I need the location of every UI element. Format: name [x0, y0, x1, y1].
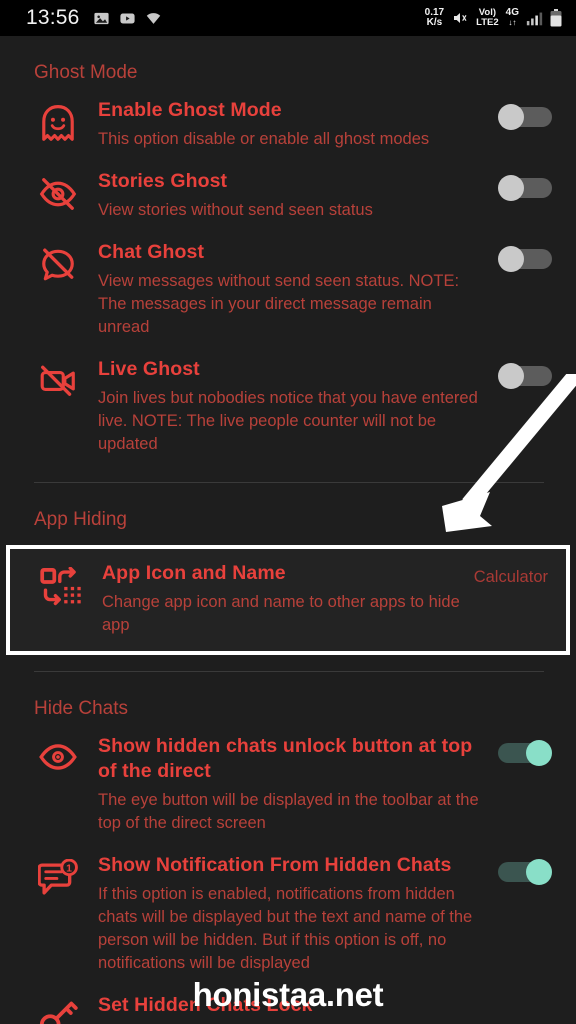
- video-slash-icon: [30, 357, 86, 399]
- eye-icon: [30, 734, 86, 774]
- network-type-indicator: 4G ↓↑: [505, 7, 519, 28]
- setting-text-block: Chat Ghost View messages without send se…: [86, 240, 490, 339]
- setting-text-block: Show hidden chats unlock button at top o…: [86, 734, 490, 835]
- vibrate-mute-icon: [451, 10, 469, 26]
- section-header-hide-chats: Hide Chats: [34, 698, 128, 719]
- toggle-thumb: [498, 246, 524, 272]
- status-bar: 13:56 0.17 K/s Vol) LTE2 4G ↓↑: [0, 0, 576, 36]
- setting-trailing: [490, 240, 552, 272]
- app-icon-swap-icon: [34, 561, 90, 609]
- setting-value-app-name: Calculator: [473, 568, 548, 586]
- setting-title: Enable Ghost Mode: [98, 99, 282, 121]
- setting-trailing: [490, 98, 552, 130]
- setting-subtitle: Change app icon and name to other apps t…: [102, 593, 460, 634]
- setting-row-show-hidden-chats-unlock-button[interactable]: Show hidden chats unlock button at top o…: [0, 726, 576, 845]
- highlight-box-app-icon-and-name: App Icon and Name Change app icon and na…: [6, 545, 570, 655]
- status-bar-clock: 13:56: [26, 6, 80, 29]
- setting-title: Show hidden chats unlock button at top o…: [98, 735, 473, 782]
- setting-text-block: Live Ghost Join lives but nobodies notic…: [86, 357, 490, 456]
- setting-title: Stories Ghost: [98, 170, 228, 192]
- section-header-ghost-mode: Ghost Mode: [34, 62, 138, 83]
- setting-row-chat-ghost[interactable]: Chat Ghost View messages without send se…: [0, 232, 576, 349]
- setting-title: Chat Ghost: [98, 241, 205, 263]
- toggle-thumb: [498, 363, 524, 389]
- toggle-thumb: [526, 859, 552, 885]
- toggle-enable-ghost-mode[interactable]: [498, 104, 552, 130]
- eye-slash-icon: [30, 169, 86, 213]
- setting-subtitle: If this option is enabled, notifications…: [98, 885, 473, 972]
- status-bar-notification-icons: [93, 10, 162, 27]
- battery-icon: [550, 9, 562, 27]
- setting-trailing: [490, 169, 552, 201]
- setting-subtitle: View stories without send seen status: [98, 201, 373, 219]
- wifi-icon: [145, 10, 162, 27]
- signal-bars-icon: [526, 11, 543, 26]
- setting-row-live-ghost[interactable]: Live Ghost Join lives but nobodies notic…: [0, 349, 576, 466]
- chat-slash-icon: [30, 240, 86, 284]
- section-header-app-hiding: App Hiding: [34, 509, 127, 530]
- toggle-live-ghost[interactable]: [498, 363, 552, 389]
- setting-text-block: Show Notification From Hidden Chats If t…: [86, 853, 490, 975]
- setting-trailing: [490, 853, 552, 885]
- toggle-thumb: [498, 104, 524, 130]
- setting-title: App Icon and Name: [102, 562, 286, 584]
- setting-title: Show Notification From Hidden Chats: [98, 854, 452, 876]
- setting-text-block: App Icon and Name Change app icon and na…: [90, 561, 474, 637]
- setting-text-block: Enable Ghost Mode This option disable or…: [86, 98, 490, 151]
- status-bar-system-icons: 0.17 K/s Vol) LTE2 4G ↓↑: [424, 6, 562, 29]
- notification-chat-icon: 1: [30, 853, 86, 899]
- setting-trailing: [490, 357, 552, 389]
- network-speed-indicator: 0.17 K/s: [424, 6, 445, 28]
- setting-subtitle: View messages without send seen status. …: [98, 272, 460, 336]
- youtube-icon: [119, 10, 136, 27]
- watermark-text: honistaa.net: [192, 976, 384, 1013]
- setting-title: Live Ghost: [98, 358, 200, 380]
- toggle-thumb: [498, 175, 524, 201]
- setting-text-block: Stories Ghost View stories without send …: [86, 169, 490, 222]
- setting-trailing: [490, 734, 552, 766]
- setting-row-enable-ghost-mode[interactable]: Enable Ghost Mode This option disable or…: [0, 90, 576, 161]
- setting-row-stories-ghost[interactable]: Stories Ghost View stories without send …: [0, 161, 576, 232]
- setting-subtitle: Join lives but nobodies notice that you …: [98, 389, 478, 453]
- setting-row-show-notification-from-hidden-chats[interactable]: 1 Show Notification From Hidden Chats If…: [0, 845, 576, 985]
- settings-screen: Ghost Mode Enable Ghost Mode This option…: [0, 36, 576, 1024]
- toggle-stories-ghost[interactable]: [498, 175, 552, 201]
- setting-subtitle: The eye button will be displayed in the …: [98, 791, 479, 832]
- toggle-show-notification-from-hidden-chats[interactable]: [498, 859, 552, 885]
- volte-indicator: Vol) LTE2: [476, 7, 499, 28]
- ghost-icon: [30, 98, 86, 144]
- svg-text:1: 1: [66, 863, 72, 875]
- setting-row-app-icon-and-name[interactable]: App Icon and Name Change app icon and na…: [10, 549, 566, 651]
- toggle-show-hidden-chats-unlock-button[interactable]: [498, 740, 552, 766]
- toggle-thumb: [526, 740, 552, 766]
- toggle-chat-ghost[interactable]: [498, 246, 552, 272]
- settings-list: Ghost Mode Enable Ghost Mode This option…: [0, 36, 576, 1024]
- setting-subtitle: This option disable or enable all ghost …: [98, 130, 430, 148]
- image-icon: [93, 10, 110, 27]
